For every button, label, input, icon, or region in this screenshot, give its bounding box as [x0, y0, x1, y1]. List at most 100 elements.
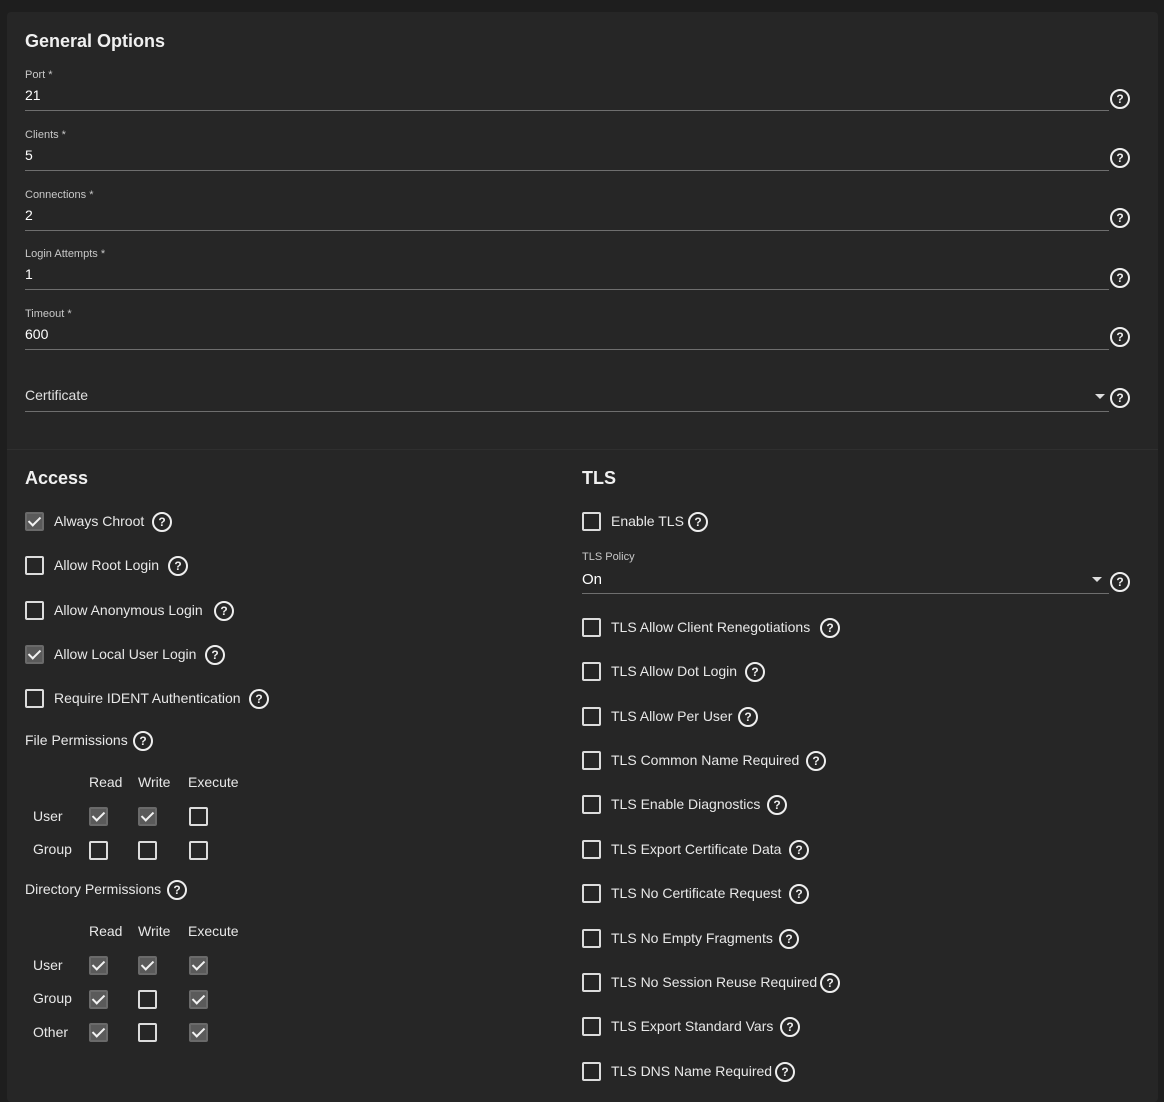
dir-perm-other-label: Other [33, 1024, 69, 1040]
checkbox[interactable] [582, 929, 601, 948]
checkbox[interactable] [25, 512, 44, 531]
tls-policy-label: TLS Policy [582, 551, 635, 563]
login-attempts-input[interactable]: 1 [25, 266, 33, 282]
allow-root-login-label: Allow Root Login [54, 557, 160, 573]
dir-perm-write-header: Write [138, 923, 171, 939]
dir-user-execute-checkbox[interactable] [189, 956, 208, 975]
file-user-read-checkbox[interactable] [89, 807, 108, 826]
tls-export-certificate-data-help-icon[interactable] [789, 840, 809, 860]
connections-label: Connections * [25, 189, 94, 201]
checkbox[interactable] [582, 512, 601, 531]
tls-item-label: TLS DNS Name Required [611, 1063, 773, 1079]
timeout-input[interactable]: 600 [25, 326, 48, 342]
certificate-help-icon[interactable] [1110, 388, 1130, 408]
login-attempts-help-icon[interactable] [1110, 268, 1130, 288]
file-perm-group-label: Group [33, 841, 72, 857]
allow-anonymous-login-help-icon[interactable] [214, 601, 234, 621]
allow-root-login-help-icon[interactable] [168, 556, 188, 576]
clients-help-icon[interactable] [1110, 148, 1130, 168]
directory-permissions-label: Directory Permissions [25, 881, 162, 897]
file-permissions-help-icon[interactable] [133, 731, 153, 751]
tls-no-empty-fragments-help-icon[interactable] [779, 929, 799, 949]
checkbox[interactable] [25, 601, 44, 620]
tls-export-standard-vars-help-icon[interactable] [780, 1017, 800, 1037]
port-help-icon[interactable] [1110, 89, 1130, 109]
file-user-write-checkbox[interactable] [138, 807, 157, 826]
checkbox[interactable] [582, 618, 601, 637]
checkbox[interactable] [25, 689, 44, 708]
file-group-read-checkbox[interactable] [89, 841, 108, 860]
checkbox[interactable] [582, 1062, 601, 1081]
always-chroot-help-icon[interactable] [152, 512, 172, 532]
chevron-down-icon [1095, 394, 1105, 399]
file-group-write-checkbox[interactable] [138, 841, 157, 860]
tls-allow-per-user-help-icon[interactable] [738, 707, 758, 727]
timeout-help-icon[interactable] [1110, 327, 1130, 347]
checkbox[interactable] [582, 973, 601, 992]
dir-user-read-checkbox[interactable] [89, 956, 108, 975]
tls-dns-name-required-help-icon[interactable] [775, 1062, 795, 1082]
tls-policy-select[interactable]: TLS Policy On [582, 549, 1109, 594]
port-underline [25, 110, 1109, 111]
clients-field[interactable]: Clients * 5 [25, 128, 1109, 172]
dir-user-write-checkbox[interactable] [138, 956, 157, 975]
dir-group-execute-checkbox[interactable] [189, 990, 208, 1009]
checkbox[interactable] [582, 795, 601, 814]
require-ident-authentication-label: Require IDENT Authentication [54, 690, 241, 706]
chevron-down-icon [1092, 577, 1102, 582]
connections-field[interactable]: Connections * 2 [25, 188, 1109, 232]
checkbox[interactable] [25, 556, 44, 575]
timeout-underline [25, 349, 1109, 350]
tls-no-session-reuse-required-help-icon[interactable] [820, 973, 840, 993]
tls-item-label: TLS No Session Reuse Required [611, 974, 818, 990]
tls-item-label: TLS Allow Dot Login [611, 663, 738, 679]
dir-other-write-checkbox[interactable] [138, 1023, 157, 1042]
tls-item-label: TLS Common Name Required [611, 752, 800, 768]
checkbox[interactable] [582, 662, 601, 681]
enable-tls-label: Enable TLS [611, 513, 684, 529]
dir-perm-group-label: Group [33, 990, 72, 1006]
tls-allow-client-renegotiations-help-icon[interactable] [820, 618, 840, 638]
checkbox[interactable] [582, 707, 601, 726]
tls-item-label: TLS Enable Diagnostics [611, 796, 761, 812]
file-group-execute-checkbox[interactable] [189, 841, 208, 860]
file-perm-execute-header: Execute [188, 774, 239, 790]
tls-item-label: TLS Export Certificate Data [611, 841, 782, 857]
certificate-underline [25, 411, 1109, 412]
login-attempts-field[interactable]: Login Attempts * 1 [25, 247, 1109, 291]
checkbox[interactable] [25, 645, 44, 664]
checkbox[interactable] [582, 1017, 601, 1036]
tls-allow-dot-login-help-icon[interactable] [745, 662, 765, 682]
dir-other-execute-checkbox[interactable] [189, 1023, 208, 1042]
connections-input[interactable]: 2 [25, 207, 33, 223]
tls-enable-diagnostics-help-icon[interactable] [767, 795, 787, 815]
tls-no-certificate-request-help-icon[interactable] [789, 884, 809, 904]
file-perm-user-label: User [33, 808, 63, 824]
require-ident-help-icon[interactable] [249, 689, 269, 709]
port-field[interactable]: Port * 21 [25, 68, 1109, 112]
tls-item-label: TLS No Certificate Request [611, 885, 782, 901]
enable-tls-help-icon[interactable] [688, 512, 708, 532]
dir-perm-user-label: User [33, 957, 63, 973]
certificate-select[interactable]: Certificate [25, 382, 1109, 414]
tls-common-name-required-help-icon[interactable] [806, 751, 826, 771]
directory-permissions-help-icon[interactable] [167, 880, 187, 900]
checkbox[interactable] [582, 840, 601, 859]
dir-other-read-checkbox[interactable] [89, 1023, 108, 1042]
dir-perm-execute-header: Execute [188, 923, 239, 939]
timeout-field[interactable]: Timeout * 600 [25, 307, 1109, 351]
clients-input[interactable]: 5 [25, 147, 33, 163]
allow-local-user-login-help-icon[interactable] [205, 645, 225, 665]
checkbox[interactable] [582, 751, 601, 770]
tls-policy-help-icon[interactable] [1110, 572, 1130, 592]
file-perm-write-header: Write [138, 774, 171, 790]
always-chroot-label: Always Chroot [54, 513, 145, 529]
port-input[interactable]: 21 [25, 87, 41, 103]
dir-group-write-checkbox[interactable] [138, 990, 157, 1009]
file-user-execute-checkbox[interactable] [189, 807, 208, 826]
clients-label: Clients * [25, 129, 66, 141]
connections-help-icon[interactable] [1110, 208, 1130, 228]
checkbox[interactable] [582, 884, 601, 903]
dir-group-read-checkbox[interactable] [89, 990, 108, 1009]
tls-title: TLS [582, 468, 616, 488]
